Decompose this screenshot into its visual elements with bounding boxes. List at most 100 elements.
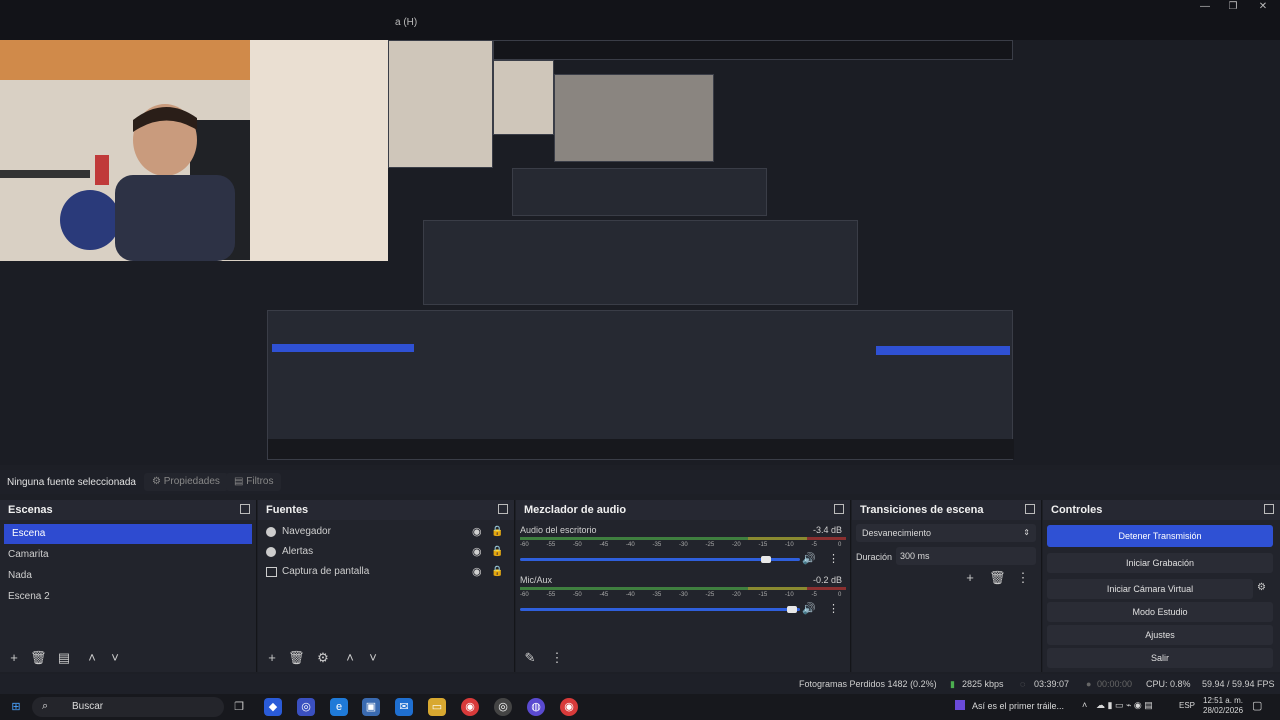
app-icon[interactable]: ◎ — [297, 698, 315, 716]
chrome-icon[interactable]: ◉ — [560, 698, 578, 716]
chevron-down-icon[interactable]: ˅ — [365, 650, 381, 666]
task-view-icon[interactable]: ❐ — [230, 698, 248, 716]
transition-select[interactable]: Desvanecimiento ⇕ — [856, 524, 1036, 542]
stop-stream-button[interactable]: Detener Transmisión — [1047, 525, 1273, 547]
add-icon[interactable]: + — [264, 650, 280, 666]
undock-icon[interactable] — [240, 504, 250, 514]
chevron-up-icon[interactable]: ˄ — [84, 650, 100, 666]
meter-tick-label: -30 — [679, 592, 688, 598]
status-bar: Fotogramas Perdidos 1482 (0.2%) ▮ 2825 k… — [0, 674, 1280, 694]
scene-item[interactable]: Escena 2 — [0, 587, 250, 607]
chevron-up-icon[interactable]: ˄ — [342, 650, 358, 666]
volume-slider[interactable] — [520, 608, 800, 611]
copilot-icon[interactable]: ◆ — [264, 698, 282, 716]
meter-tick-label: -25 — [705, 542, 715, 548]
source-item[interactable]: Alertas ◉ 🔒 — [258, 542, 508, 562]
source-label: Navegador — [282, 526, 331, 537]
exit-button[interactable]: Salir — [1047, 648, 1273, 668]
filter-icon[interactable]: ▤ — [56, 650, 72, 666]
close-icon[interactable]: ✕ — [1248, 0, 1278, 14]
nested-window-bar — [493, 40, 1013, 60]
meter-tick-label: -60 — [520, 592, 529, 598]
minimize-icon[interactable]: — — [1190, 0, 1220, 14]
audio-mixer-dock: Mezclador de audio Audio del escritorio … — [516, 500, 851, 672]
file-explorer-icon[interactable]: ▭ — [428, 698, 446, 716]
notification-icon[interactable]: ▢ — [1252, 699, 1262, 712]
dropped-frames: Fotogramas Perdidos 1482 (0.2%) — [799, 679, 937, 689]
volume-slider[interactable] — [520, 558, 800, 561]
browser-icon — [266, 547, 276, 557]
taskbar-search[interactable]: ⌕ Buscar — [32, 697, 224, 717]
language-indicator[interactable]: ESP — [1179, 701, 1195, 710]
start-virtual-camera-button[interactable]: Iniciar Cámara Virtual — [1047, 579, 1253, 599]
scene-item[interactable]: Escena — [4, 524, 252, 544]
volume-slider-handle[interactable] — [786, 606, 797, 613]
settings-button[interactable]: Ajustes — [1047, 625, 1273, 645]
webcam-feed — [0, 40, 388, 261]
store-icon[interactable]: ▣ — [362, 698, 380, 716]
source-item[interactable]: Captura de pantalla ◉ 🔒 — [258, 562, 508, 582]
add-icon[interactable]: + — [6, 650, 22, 666]
undock-icon[interactable] — [1025, 504, 1035, 514]
obs-icon[interactable]: ◎ — [494, 698, 512, 716]
eye-icon[interactable]: ◉ — [472, 542, 482, 562]
program-preview[interactable] — [0, 40, 1280, 465]
lock-icon[interactable]: 🔒 — [491, 522, 503, 542]
trash-icon[interactable]: 🗑 — [989, 570, 1006, 586]
scene-item[interactable]: Camarita — [0, 545, 250, 565]
duration-input[interactable]: 300 ms — [896, 547, 1036, 565]
trash-icon[interactable]: 🗑 — [288, 650, 305, 666]
meter-tick-label: -15 — [758, 542, 768, 548]
undock-icon[interactable] — [834, 504, 844, 514]
meter-tick-label: -10 — [785, 592, 794, 598]
eye-icon[interactable]: ◉ — [472, 522, 482, 542]
trash-icon[interactable]: 🗑 — [30, 650, 47, 666]
wrench-icon[interactable]: ✎ — [522, 650, 538, 666]
lock-icon[interactable]: 🔒 — [491, 542, 503, 562]
gear-icon[interactable]: ⚙ — [315, 650, 331, 666]
meter-tick-label: -40 — [626, 592, 635, 598]
gear-icon[interactable]: ⚙ — [1257, 582, 1271, 596]
more-vertical-icon[interactable]: ⋮ — [828, 602, 839, 615]
discord-icon[interactable]: ◍ — [527, 698, 545, 716]
outlook-icon[interactable]: ✉ — [395, 698, 413, 716]
notification-text[interactable]: Así es el primer tráile... — [972, 701, 1064, 711]
transitions-dock: Transiciones de escena Desvanecimiento ⇕… — [852, 500, 1042, 672]
volume-meter — [520, 587, 846, 590]
more-vertical-icon[interactable]: ⋮ — [1015, 570, 1031, 586]
add-icon[interactable]: + — [962, 570, 978, 586]
clock-date[interactable]: 28/02/2026 — [1203, 706, 1243, 715]
speaker-icon[interactable]: 🔊 — [802, 602, 816, 615]
tray-icons[interactable]: ☁ ▮ ▭ ⌁ ◉ ▤ — [1096, 700, 1153, 711]
undock-icon[interactable] — [498, 504, 508, 514]
meter-ticks: -60 -55 -50 -45 -40 -35 -30 -25 -20 -15 -10 -5 0 — [520, 592, 846, 600]
scenes-title: Escenas — [8, 504, 53, 516]
clock-time[interactable]: 12:51 a. m. — [1203, 696, 1243, 705]
news-icon — [955, 700, 965, 710]
no-source-label: Ninguna fuente seleccionada — [7, 477, 136, 488]
chevron-down-icon[interactable]: ˅ — [107, 650, 123, 666]
undock-icon[interactable] — [1264, 504, 1274, 514]
transition-select-value: Desvanecimiento — [862, 528, 932, 538]
more-vertical-icon[interactable]: ⋮ — [549, 650, 565, 666]
bitrate: 2825 kbps — [962, 679, 1004, 689]
studio-mode-button[interactable]: Modo Estudio — [1047, 602, 1273, 622]
scene-item[interactable]: Nada — [0, 566, 250, 586]
properties-button[interactable]: ⚙ Propiedades — [144, 473, 228, 491]
lock-icon[interactable]: 🔒 — [491, 562, 503, 582]
volume-slider-handle[interactable] — [761, 556, 772, 563]
source-item[interactable]: Navegador ◉ 🔒 — [258, 522, 508, 542]
chevron-up-icon[interactable]: ˄ — [1082, 700, 1087, 710]
maximize-icon[interactable]: ❐ — [1218, 0, 1248, 14]
more-vertical-icon[interactable]: ⋮ — [828, 552, 839, 565]
eye-icon[interactable]: ◉ — [472, 562, 482, 582]
speaker-icon[interactable]: 🔊 — [802, 552, 816, 565]
meter-tick-label: -45 — [599, 542, 609, 548]
chrome-icon[interactable]: ◉ — [461, 698, 479, 716]
sources-dock: Fuentes Navegador ◉ 🔒 Alertas ◉ 🔒 Captur… — [258, 500, 515, 672]
windows-start-icon[interactable]: ⊞ — [7, 698, 25, 716]
start-recording-button[interactable]: Iniciar Grabación — [1047, 553, 1273, 573]
edge-icon[interactable]: e — [330, 698, 348, 716]
filters-button[interactable]: ▤ Filtros — [226, 473, 282, 491]
meter-tick-label: -50 — [573, 542, 582, 548]
